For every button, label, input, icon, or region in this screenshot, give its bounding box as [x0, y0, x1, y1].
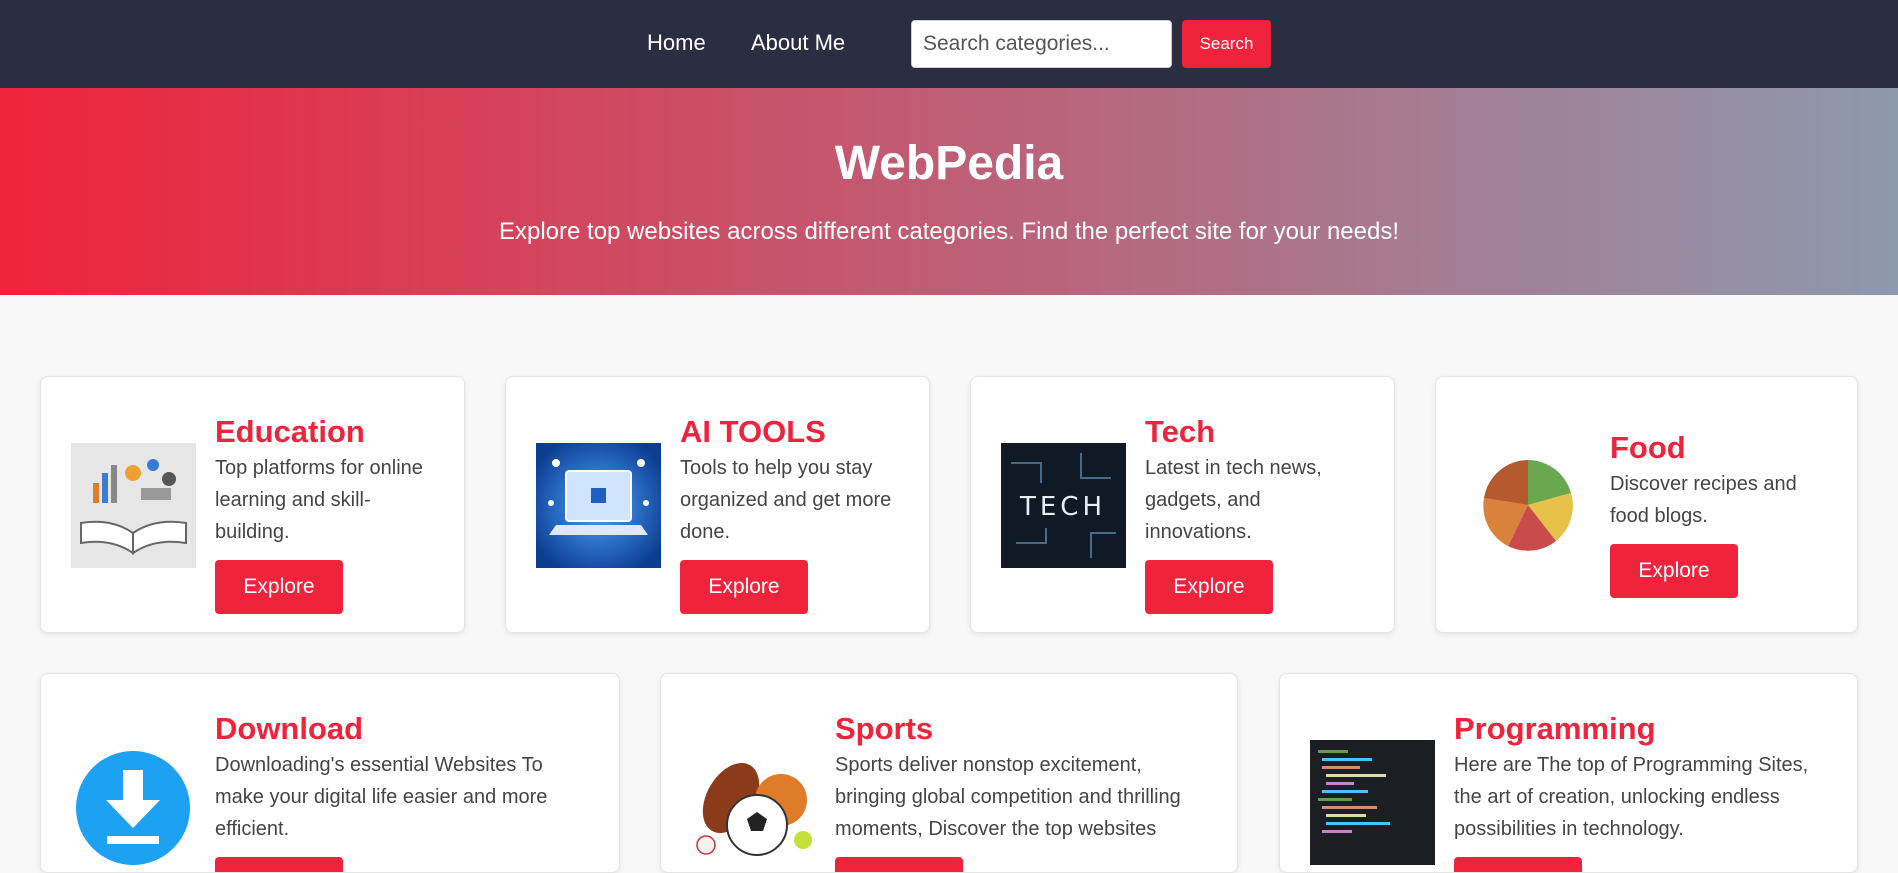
category-card-education: Education Top platforms for online learn…: [40, 376, 465, 633]
card-title: Education: [215, 414, 365, 449]
card-description: Discover recipes and food blogs.: [1610, 473, 1797, 528]
card-body: Download Downloading's essential Website…: [215, 710, 595, 872]
card-title: AI TOOLS: [680, 414, 826, 449]
card-description: Here are The top of Programming Sites, t…: [1454, 754, 1809, 841]
search-button[interactable]: Search: [1182, 20, 1271, 68]
card-title: Programming: [1454, 711, 1656, 746]
nav-home-link[interactable]: Home: [647, 30, 706, 56]
card-body: Tech Latest in tech news, gadgets, and i…: [1145, 413, 1370, 615]
hero-banner: WebPedia Explore top websites across dif…: [0, 88, 1898, 295]
card-description: Latest in tech news, gadgets, and innova…: [1145, 457, 1322, 544]
download-icon: [71, 740, 196, 865]
explore-download-button[interactable]: Explore: [215, 857, 343, 872]
category-card-sports: Sports Sports deliver nonstop excitement…: [660, 673, 1238, 873]
explore-sports-button[interactable]: Explore: [835, 857, 963, 872]
card-body: Education Top platforms for online learn…: [215, 413, 440, 615]
card-body: Sports Sports deliver nonstop excitement…: [835, 710, 1215, 872]
nav-about-link[interactable]: About Me: [751, 30, 845, 56]
code-editor-icon: [1310, 740, 1435, 865]
site-title: WebPedia: [834, 137, 1064, 190]
hero-subtitle: Explore top websites across different ca…: [498, 218, 1400, 245]
card-description: Sports deliver nonstop excitement, bring…: [835, 754, 1181, 841]
card-description: Tools to help you stay organized and get…: [680, 457, 892, 544]
card-title: Download: [215, 711, 364, 746]
card-title: Sports: [835, 711, 934, 746]
card-description: Top platforms for online learning and sk…: [215, 457, 423, 544]
card-body: Programming Here are The top of Programm…: [1454, 710, 1834, 872]
education-book-icon: [71, 443, 196, 568]
explore-programming-button[interactable]: Explore: [1454, 857, 1582, 872]
explore-food-button[interactable]: Explore: [1610, 544, 1738, 599]
category-card-tech: TECH Tech Latest in tech news, gadgets, …: [970, 376, 1395, 633]
top-navbar: Home About Me Search: [0, 0, 1898, 88]
food-icon: [1466, 443, 1591, 568]
explore-ai-tools-button[interactable]: Explore: [680, 560, 808, 615]
category-card-food: Food Discover recipes and food blogs. Ex…: [1435, 376, 1858, 633]
explore-tech-button[interactable]: Explore: [1145, 560, 1273, 615]
category-card-download: Download Downloading's essential Website…: [40, 673, 620, 873]
card-body: Food Discover recipes and food blogs. Ex…: [1610, 429, 1835, 599]
card-description: Downloading's essential Websites To make…: [215, 754, 548, 841]
card-title: Tech: [1145, 414, 1216, 449]
tech-image-text: TECH: [1019, 492, 1106, 522]
tech-circuit-icon: TECH: [1001, 443, 1126, 568]
category-card-ai-tools: AI TOOLS Tools to help you stay organize…: [505, 376, 930, 633]
category-card-programming: Programming Here are The top of Programm…: [1279, 673, 1858, 873]
sports-balls-icon: [691, 740, 816, 865]
card-title: Food: [1610, 430, 1686, 465]
explore-education-button[interactable]: Explore: [215, 560, 343, 615]
search-input[interactable]: [911, 20, 1172, 68]
card-body: AI TOOLS Tools to help you stay organize…: [680, 413, 905, 615]
ai-laptop-icon: [536, 443, 661, 568]
